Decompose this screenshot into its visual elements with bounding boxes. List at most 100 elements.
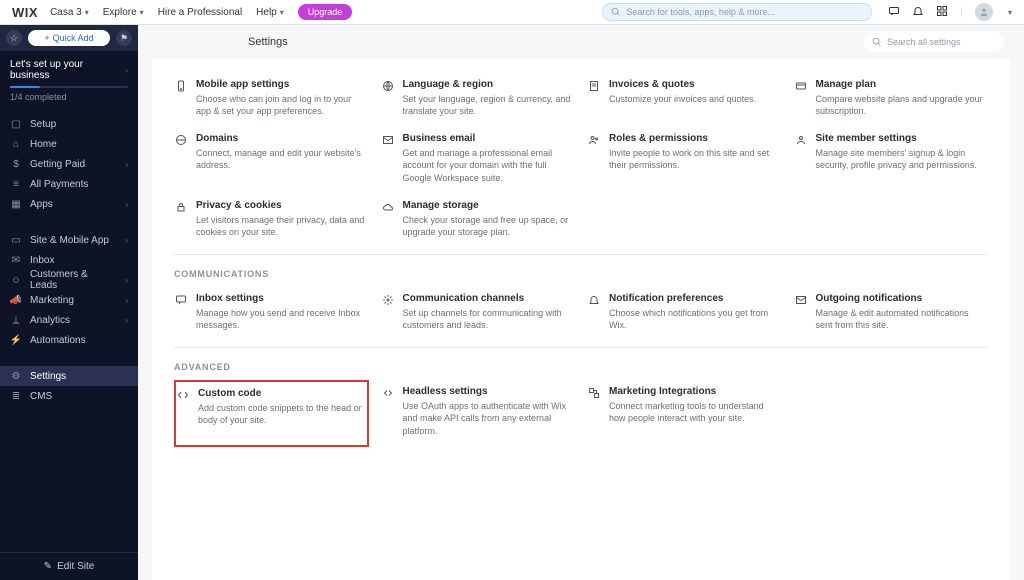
sidebar-item-label: Marketing <box>30 295 74 306</box>
search-icon <box>611 7 621 17</box>
card-custom-code[interactable]: Custom codeAdd custom code snippets to t… <box>174 380 369 446</box>
card-language-region[interactable]: Language & region Set your language, regi… <box>381 73 576 127</box>
hire-link[interactable]: Hire a Professional <box>158 7 242 18</box>
card-title: Privacy & cookies <box>196 200 365 211</box>
sidebar-item-label: Apps <box>30 199 53 210</box>
bell-icon <box>587 293 601 331</box>
setup-title: Let's set up your business <box>10 59 122 81</box>
setup-box[interactable]: Let's set up your business› 1/4 complete… <box>0 51 138 110</box>
card-notification-preferences[interactable]: Notification preferencesChoose which not… <box>587 287 782 341</box>
lock-icon <box>174 200 188 238</box>
invoice-icon <box>587 79 601 117</box>
card-inbox-settings[interactable]: Inbox settingsManage how you send and re… <box>174 287 369 341</box>
settings-panel: Mobile app settingsChoose who can join a… <box>152 59 1010 580</box>
cards-grid: Privacy & cookiesLet visitors manage the… <box>174 194 988 248</box>
sidebar-item-site-mobile-app[interactable]: ▭Site & Mobile App› <box>0 230 138 250</box>
analytics-icon: ⟂ <box>10 315 22 326</box>
card-domains[interactable]: Domains Connect, manage and edit your web… <box>174 127 369 193</box>
card-business-email[interactable]: Business email Get and manage a professio… <box>381 127 576 193</box>
chevron-down-icon: ▾ <box>85 8 89 17</box>
chevron-right-icon: › <box>125 200 128 209</box>
chat-icon <box>174 293 188 331</box>
card-marketing-integrations[interactable]: Marketing IntegrationsConnect marketing … <box>587 380 782 446</box>
quick-add-label: Quick Add <box>53 33 94 43</box>
sidebar-item-settings[interactable]: ⚙Settings <box>0 366 138 386</box>
upgrade-button[interactable]: Upgrade <box>298 4 353 20</box>
card-site-member-settings[interactable]: Site member settingsManage site members'… <box>794 127 989 193</box>
cards-grid: Domains Connect, manage and edit your web… <box>174 127 988 193</box>
main: Settings Search all settings Mobile app … <box>138 25 1024 580</box>
card-roles-permissions[interactable]: Roles & permissions Invite people to work… <box>587 127 782 193</box>
card-desc: Set up channels for communicating with c… <box>403 307 572 331</box>
edit-site-button[interactable]: ✎ Edit Site <box>0 552 138 580</box>
card-desc: Connect, manage and edit your website's … <box>196 147 365 171</box>
site-switcher[interactable]: Casa 3 ▾ <box>50 7 89 18</box>
sidebar-item-home[interactable]: ⌂Home <box>0 134 138 154</box>
member-icon <box>794 133 808 183</box>
sidebar-item-automations[interactable]: ⚡Automations <box>0 330 138 350</box>
sidebar-item-label: Analytics <box>30 315 70 326</box>
card-desc: Get and manage a professional email acco… <box>403 147 572 183</box>
sidebar-item-getting-paid[interactable]: $Getting Paid› <box>0 154 138 174</box>
card-icon <box>794 79 808 117</box>
card-title: Business email <box>403 133 572 144</box>
card-title: Language & region <box>403 79 572 90</box>
card-title: Roles & permissions <box>609 133 778 144</box>
explore-menu[interactable]: Explore ▾ <box>103 7 144 18</box>
pencil-icon: ✎ <box>44 561 52 572</box>
sidebar-item-analytics[interactable]: ⟂Analytics› <box>0 310 138 330</box>
chevron-down-icon[interactable]: ▾ <box>1008 8 1012 17</box>
sidebar-item-inbox[interactable]: ✉Inbox <box>0 250 138 270</box>
chevron-right-icon: › <box>125 236 128 245</box>
notifications-icon[interactable] <box>912 5 924 20</box>
cards-grid: Custom codeAdd custom code snippets to t… <box>174 380 988 446</box>
sidebar-item-apps[interactable]: ▦Apps› <box>0 194 138 214</box>
card-manage-plan[interactable]: Manage planCompare website plans and upg… <box>794 73 989 127</box>
globe-icon <box>381 79 395 117</box>
chevron-right-icon: › <box>125 276 128 285</box>
sidebar-item-marketing[interactable]: 📣Marketing› <box>0 290 138 310</box>
sidebar-item-label: Getting Paid <box>30 159 85 170</box>
customers-icon: ☺ <box>10 275 22 286</box>
payments-icon: ≡ <box>10 179 22 190</box>
progress-fill <box>10 86 40 88</box>
help-menu[interactable]: Help ▾ <box>256 7 284 18</box>
card-communication-channels[interactable]: Communication channelsSet up channels fo… <box>381 287 576 341</box>
flag-icon[interactable]: ⚑ <box>116 30 132 46</box>
card-outgoing-notifications[interactable]: Outgoing notificationsManage & edit auto… <box>794 287 989 341</box>
card-title: Custom code <box>198 388 363 399</box>
sidebar-item-label: CMS <box>30 391 52 402</box>
sidebar-item-cms[interactable]: ≣CMS <box>0 386 138 406</box>
sidebar-item-setup[interactable]: ▢Setup <box>0 114 138 134</box>
global-search-input[interactable]: Search for tools, apps, help & more... <box>602 3 872 21</box>
avatar[interactable] <box>975 3 993 21</box>
wix-logo[interactable]: WIX <box>12 5 38 20</box>
card-invoices-quotes[interactable]: Invoices & quotesCustomize your invoices… <box>587 73 782 127</box>
chat-icon[interactable] <box>888 5 900 20</box>
sidebar-item-customers-leads[interactable]: ☺Customers & Leads› <box>0 270 138 290</box>
card-title: Notification preferences <box>609 293 778 304</box>
settings-search-input[interactable]: Search all settings <box>864 32 1004 52</box>
quick-add-button[interactable]: +Quick Add <box>28 30 110 46</box>
cards-grid: Mobile app settingsChoose who can join a… <box>174 73 988 127</box>
card-desc: Check your storage and free up space, or… <box>403 214 572 238</box>
site-name: Casa 3 <box>50 7 82 18</box>
card-title: Manage plan <box>816 79 985 90</box>
card-title: Domains <box>196 133 365 144</box>
progress-text: 1/4 completed <box>10 92 128 102</box>
grid-icon[interactable] <box>936 5 948 20</box>
mail-icon <box>381 133 395 183</box>
card-desc: Set your language, region & currency, an… <box>403 93 572 117</box>
card-headless-settings[interactable]: Headless settingsUse OAuth apps to authe… <box>381 380 576 446</box>
card-title: Marketing Integrations <box>609 386 778 397</box>
sidebar-item-label: All Payments <box>30 179 88 190</box>
sidebar-item-all-payments[interactable]: ≡ All Payments <box>0 174 138 194</box>
card-mobile-app-settings[interactable]: Mobile app settingsChoose who can join a… <box>174 73 369 127</box>
card-privacy-cookies[interactable]: Privacy & cookiesLet visitors manage the… <box>174 194 369 248</box>
domain-icon <box>174 133 188 183</box>
card-desc: Invite people to work on this site and s… <box>609 147 778 171</box>
card-manage-storage[interactable]: Manage storageCheck your storage and fre… <box>381 194 576 248</box>
favorites-icon[interactable]: ☆ <box>6 30 22 46</box>
card-desc: Manage & edit automated notifications se… <box>816 307 985 331</box>
card-desc: Choose who can join and log in to your a… <box>196 93 365 117</box>
